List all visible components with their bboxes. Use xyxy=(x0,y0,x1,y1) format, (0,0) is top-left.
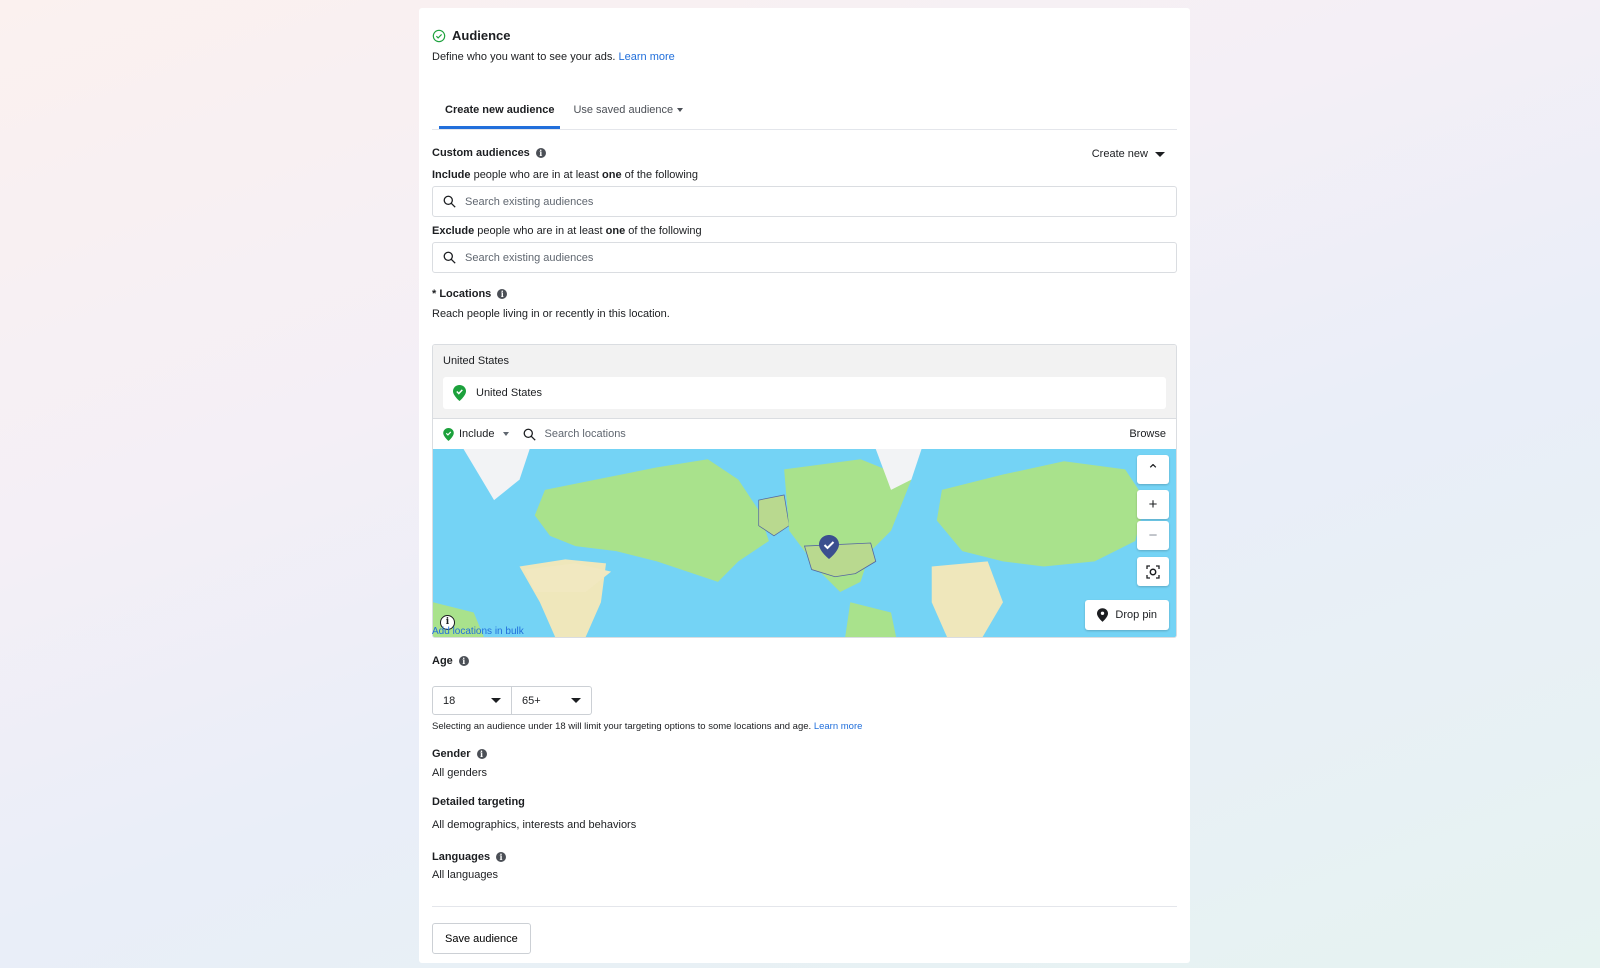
add-locations-bulk-link[interactable]: Add locations in bulk xyxy=(432,626,524,637)
recenter-button[interactable] xyxy=(1137,557,1169,586)
custom-audiences-label: Custom audiences i xyxy=(432,147,546,159)
location-pin-check-icon xyxy=(443,427,454,441)
detailed-targeting-value[interactable]: All demographics, interests and behavior… xyxy=(432,819,636,831)
caret-down-icon xyxy=(1155,151,1165,157)
create-new-dropdown[interactable]: Create new xyxy=(1092,148,1165,160)
include-audience-search[interactable]: Search existing audiences xyxy=(432,186,1177,217)
locations-description: Reach people living in or recently in th… xyxy=(432,308,670,320)
map-collapse-button[interactable]: ⌃ xyxy=(1137,455,1169,484)
locations-selected-group: United States United States xyxy=(433,345,1176,419)
info-icon[interactable]: i xyxy=(497,289,508,299)
search-icon xyxy=(443,195,456,208)
age-label: Age i xyxy=(432,655,469,667)
location-search-bar: Include Search locations Browse xyxy=(433,419,1176,449)
minus-icon: − xyxy=(1148,527,1158,544)
locate-icon xyxy=(1146,564,1160,579)
include-instruction: Include people who are in at least one o… xyxy=(432,169,698,181)
footer-divider xyxy=(432,906,1177,907)
search-icon xyxy=(443,251,456,264)
detailed-targeting-label: Detailed targeting xyxy=(432,796,525,808)
selected-location-marker-icon[interactable] xyxy=(819,535,839,559)
exclude-audience-search[interactable]: Search existing audiences xyxy=(432,242,1177,273)
gender-label: Gender i xyxy=(432,748,487,760)
location-map[interactable]: ⌃ + − Drop pin i xyxy=(433,449,1176,637)
exclude-instruction: Exclude people who are in at least one o… xyxy=(432,225,702,237)
info-icon[interactable]: i xyxy=(496,852,507,862)
map-pin-icon xyxy=(1097,608,1109,622)
learn-more-link[interactable]: Learn more xyxy=(619,51,675,63)
search-icon xyxy=(524,428,537,441)
location-chip[interactable]: United States xyxy=(443,377,1166,409)
info-icon[interactable]: i xyxy=(458,656,469,666)
location-search-input[interactable]: Search locations xyxy=(523,428,626,441)
plus-icon: + xyxy=(1148,496,1158,513)
gender-value[interactable]: All genders xyxy=(432,767,487,779)
location-group-title: United States xyxy=(443,355,510,367)
chevron-up-icon: ⌃ xyxy=(1146,461,1160,479)
browse-button[interactable]: Browse xyxy=(1129,428,1166,440)
languages-value[interactable]: All languages xyxy=(432,869,498,881)
location-pin-check-icon xyxy=(453,385,466,401)
tab-use-saved-audience[interactable]: Use saved audience xyxy=(567,92,689,129)
locations-label: * Locations i xyxy=(432,288,508,300)
age-note: Selecting an audience under 18 will limi… xyxy=(432,721,863,732)
section-description: Define who you want to see your ads. Lea… xyxy=(432,51,675,63)
locations-box: United States United States Include Sear… xyxy=(432,344,1177,638)
world-map-graphic xyxy=(433,449,1176,637)
zoom-in-button[interactable]: + xyxy=(1137,490,1169,519)
info-icon[interactable]: i xyxy=(535,148,546,158)
caret-down-icon xyxy=(677,108,684,113)
age-range: 18 65+ xyxy=(432,686,592,715)
info-icon[interactable]: i xyxy=(476,749,487,759)
age-max-select[interactable]: 65+ xyxy=(512,686,592,715)
audience-tabs: Create new audience Use saved audience xyxy=(432,92,1177,130)
section-title: Audience xyxy=(432,28,511,43)
zoom-out-button[interactable]: − xyxy=(1137,521,1169,550)
save-audience-button[interactable]: Save audience xyxy=(432,923,531,954)
drop-pin-button[interactable]: Drop pin xyxy=(1085,600,1169,630)
section-title-text: Audience xyxy=(452,28,511,43)
include-dropdown[interactable]: Include xyxy=(443,427,510,441)
tab-create-new-audience[interactable]: Create new audience xyxy=(439,92,561,129)
languages-label: Languages i xyxy=(432,851,507,863)
age-min-select[interactable]: 18 xyxy=(432,686,512,715)
check-circle-icon xyxy=(432,29,446,42)
age-learn-more-link[interactable]: Learn more xyxy=(814,721,863,732)
caret-down-icon xyxy=(571,698,581,703)
caret-down-icon xyxy=(503,432,510,436)
audience-panel: Audience Define who you want to see your… xyxy=(419,8,1190,963)
caret-down-icon xyxy=(491,698,501,703)
